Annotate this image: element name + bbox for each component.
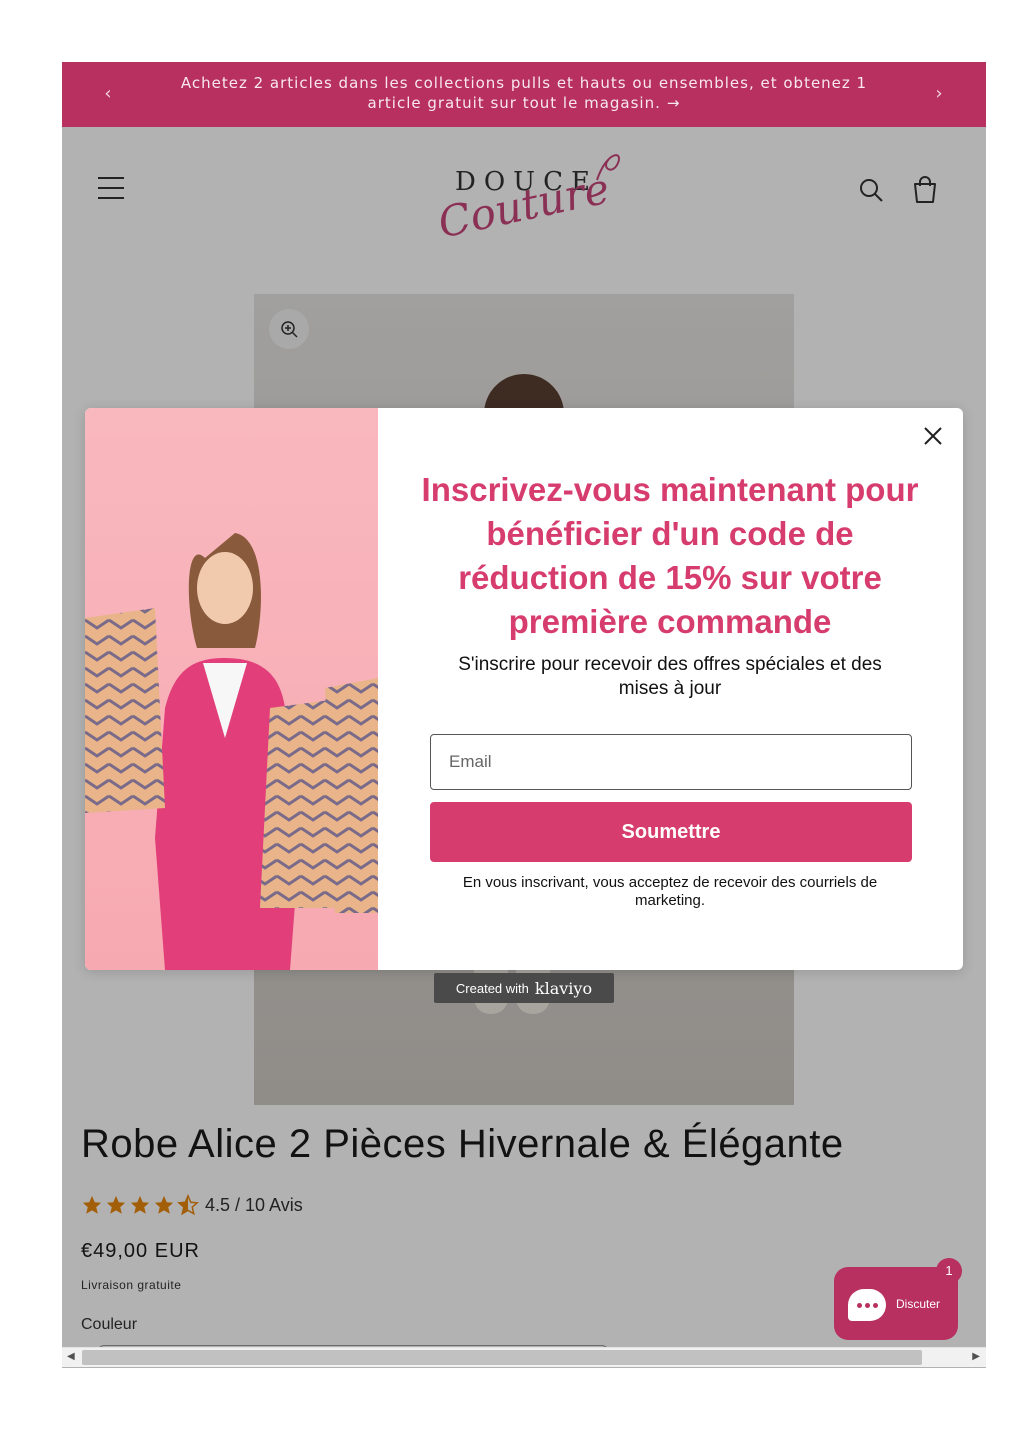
popup-legal-text: En vous inscrivant, vous acceptez de rec… bbox=[462, 874, 878, 909]
newsletter-popup: Inscrivez-vous maintenant pour bénéficie… bbox=[85, 408, 963, 970]
chevron-right-icon: › bbox=[935, 83, 943, 104]
klaviyo-created-with: Created with bbox=[455, 980, 529, 996]
announcement-link[interactable]: Achetez 2 articles dans les collections … bbox=[157, 73, 891, 113]
announcement-next-button[interactable]: › bbox=[927, 82, 951, 106]
chat-icon bbox=[848, 1289, 886, 1321]
email-field[interactable] bbox=[430, 734, 912, 790]
horizontal-scrollbar[interactable]: ◀ ▶ bbox=[62, 1347, 986, 1367]
announcement-text: Achetez 2 articles dans les collections … bbox=[180, 74, 868, 112]
scroll-left-icon[interactable]: ◀ bbox=[67, 1351, 75, 1362]
announcement-prev-button[interactable]: ‹ bbox=[96, 82, 120, 106]
close-icon[interactable] bbox=[921, 424, 945, 448]
chat-label: Discuter bbox=[896, 1297, 941, 1311]
submit-button[interactable]: Soumettre bbox=[430, 802, 912, 862]
popup-model-illustration bbox=[85, 533, 378, 970]
klaviyo-badge[interactable]: Created with klaviyo bbox=[434, 973, 614, 1003]
popup-subheading: S'inscrire pour recevoir des offres spéc… bbox=[458, 654, 882, 699]
scrollbar-thumb[interactable] bbox=[82, 1350, 922, 1365]
popup-heading: Inscrivez-vous maintenant pour bénéficie… bbox=[421, 471, 919, 640]
chat-unread-badge: 1 bbox=[936, 1258, 962, 1284]
chevron-left-icon: ‹ bbox=[104, 83, 112, 104]
arrow-right-icon: → bbox=[666, 94, 681, 112]
announcement-bar: ‹ Achetez 2 articles dans les collection… bbox=[62, 62, 986, 127]
scroll-right-icon[interactable]: ▶ bbox=[972, 1351, 980, 1362]
popup-image bbox=[85, 408, 378, 970]
klaviyo-logo: klaviyo bbox=[534, 978, 593, 998]
